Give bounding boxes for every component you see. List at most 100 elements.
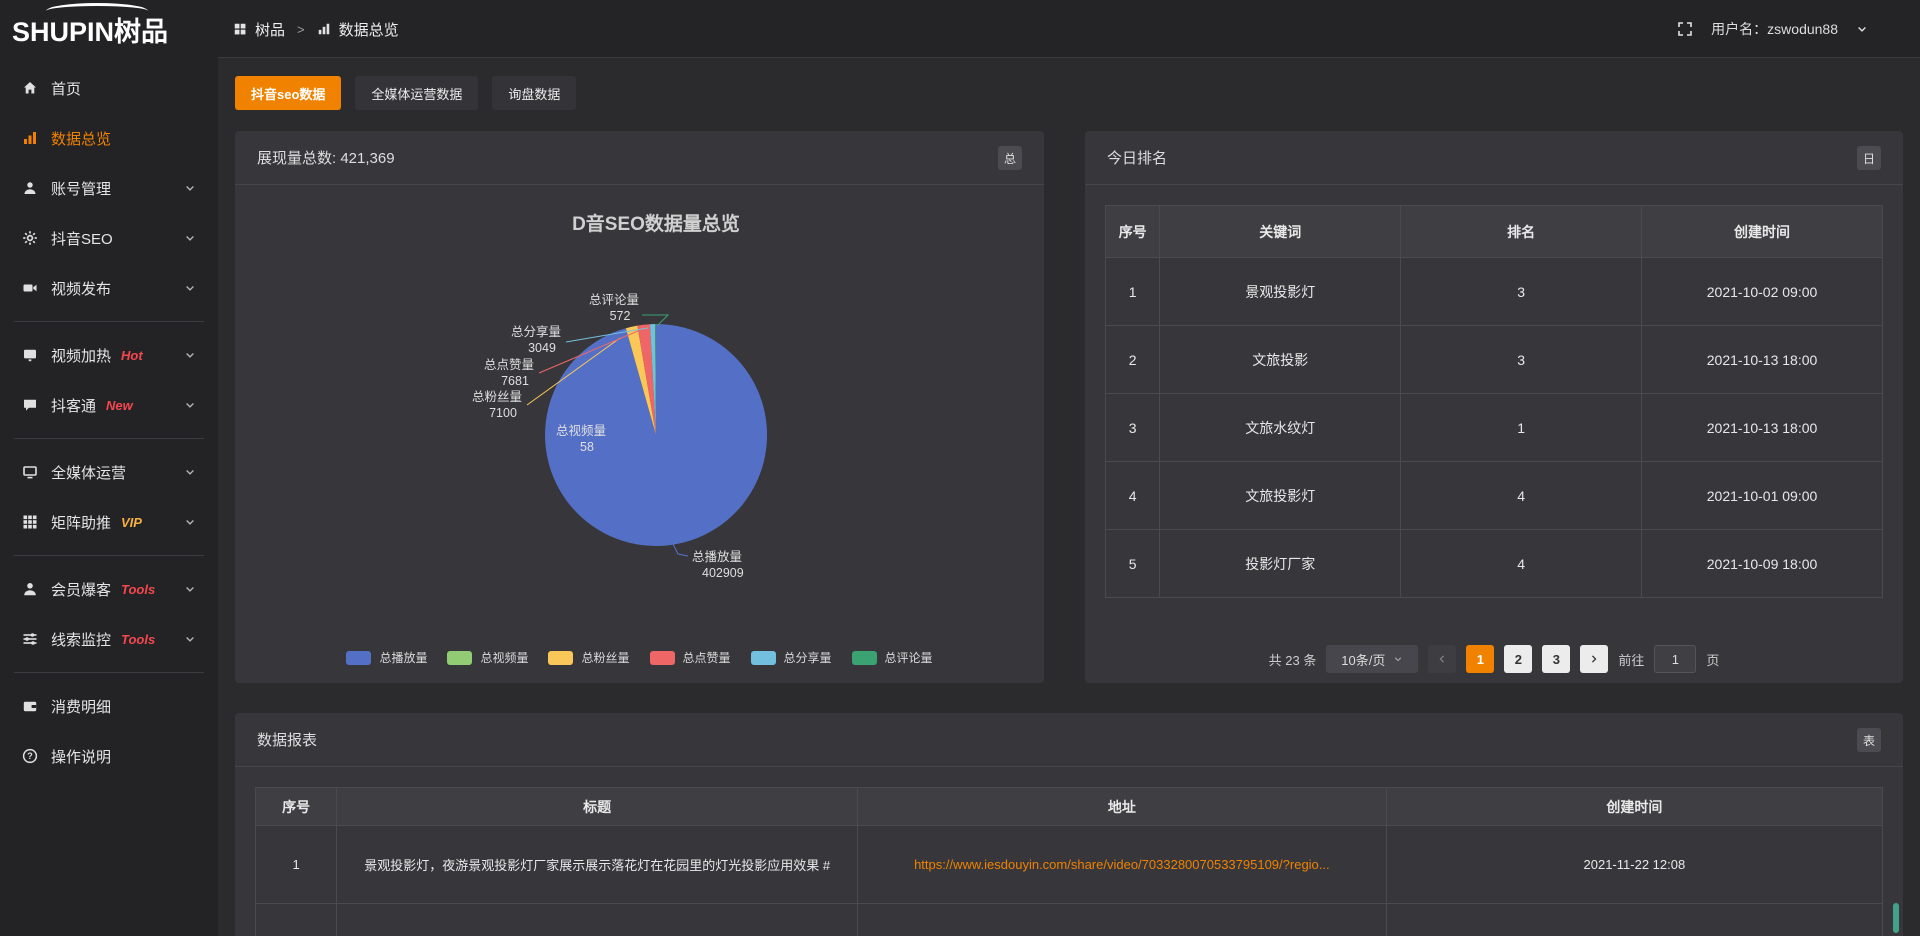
breadcrumb: 树品 > 数据总览 [233,0,399,58]
chevron-left-icon [1437,654,1447,664]
sidebar-item-11[interactable]: 线索监控Tools [0,614,218,664]
username[interactable]: 用户名：zswodun88 [1711,19,1838,39]
tab-1[interactable]: 抖音seo数据 [235,76,341,110]
home-icon [22,80,38,96]
table-row: 3文旅水纹灯12021-10-13 18:00 [1106,394,1883,462]
legend-item-总视频量[interactable]: 总视频量 [447,649,528,666]
table-cell: 1 [1106,258,1160,326]
legend-item-总点赞量[interactable]: 总点赞量 [650,649,731,666]
table-cell: 2021-11-22 12:08 [1386,826,1882,904]
fullscreen-icon[interactable] [1677,21,1693,37]
table-cell: 4 [1401,530,1642,598]
ranking-table: 序号关键词排名创建时间 1景观投影灯32021-10-02 09:002文旅投影… [1105,205,1883,598]
legend-label: 总粉丝量 [581,649,629,666]
legend-chip [751,651,776,665]
legend-label: 总播放量 [379,649,427,666]
sidebar: SHUPIN树品 首页数据总览账号管理抖音SEO 视频发布视频加热 Hot 抖客通Ne… [0,0,218,936]
sidebar-item-9[interactable]: 矩阵助推VIP [0,497,218,547]
sidebar-item-8[interactable]: 全媒体运营 [0,447,218,497]
column-header: 排名 [1401,206,1642,258]
chevron-down-icon [184,633,196,645]
sidebar-item-7[interactable]: 抖客通New [0,380,218,430]
legend-chip [447,651,472,665]
sidebar-item-label: 视频发布 [51,278,111,299]
chart-title: D音SEO数据量总览 [572,212,740,235]
breadcrumb-item-current: 数据总览 [339,19,399,40]
logo[interactable]: SHUPIN树品 [0,0,218,58]
sidebar-item-label: 操作说明 [51,746,111,767]
video-link[interactable]: https://www.iesdouyin.com/share/video/70… [914,857,1330,872]
sidebar-item-badge: VIP [121,515,142,530]
chevron-down-icon[interactable] [1856,23,1868,35]
legend-chip [852,651,877,665]
legend-label: 总评论量 [885,649,933,666]
sidebar-item-label: 全媒体运营 [51,462,126,483]
tab-2[interactable]: 全媒体运营数据 [355,76,478,110]
legend-item-总评论量[interactable]: 总评论量 [852,649,933,666]
goto-page-input[interactable] [1654,645,1696,673]
chevron-down-icon [184,399,196,411]
ranking-badge-button[interactable]: 日 [1857,146,1881,170]
legend-label: 总分享量 [784,649,832,666]
scrollbar-thumb[interactable] [1893,903,1899,933]
sidebar-item-12[interactable]: 消费明细 [0,681,218,731]
data-tabs: 抖音seo数据全媒体运营数据询盘数据 [218,76,576,110]
table-cell: 1 [256,826,337,904]
sidebar-item-4[interactable]: 抖音SEO [0,213,218,263]
chat-icon [22,397,38,413]
breadcrumb-item-home[interactable]: 树品 [255,19,285,40]
sidebar-item-label: 会员爆客 [51,579,111,600]
table-row: 1景观投影灯32021-10-02 09:00 [1106,258,1883,326]
next-page-button[interactable] [1580,645,1608,673]
legend-label: 总点赞量 [683,649,731,666]
table-cell: 投影灯厂家 [1160,530,1401,598]
table-cell: 4 [1106,462,1160,530]
column-header: 标题 [337,788,858,826]
sidebar-item-2[interactable]: 数据总览 [0,113,218,163]
legend-item-总粉丝量[interactable]: 总粉丝量 [548,649,629,666]
table-cell: 2021-10-01 09:00 [1642,462,1883,530]
sidebar-item-label: 线索监控 [51,629,111,650]
page-button-2[interactable]: 2 [1504,645,1532,673]
sidebar-item-3[interactable]: 账号管理 [0,163,218,213]
sidebar-item-5[interactable]: 视频发布 [0,263,218,313]
sidebar-item-badge: Hot [121,348,143,363]
menu-divider [14,321,204,322]
sidebar-item-6[interactable]: 视频加热 Hot [0,330,218,380]
logo-arc [46,3,148,19]
menu-divider [14,438,204,439]
sidebar-item-1[interactable]: 首页 [0,63,218,113]
report-panel: 数据报表 表 序号标题地址创建时间 1景观投影灯，夜游景观投影灯厂家展示展示落花… [235,713,1903,936]
sidebar-item-badge: New [106,398,133,413]
sidebar-item-label: 账号管理 [51,178,111,199]
legend-item-总播放量[interactable]: 总播放量 [346,649,427,666]
bar-chart-icon [22,130,38,146]
column-header: 地址 [857,788,1386,826]
sidebar-item-13[interactable]: ?操作说明 [0,731,218,781]
overview-badge-button[interactable]: 总 [998,146,1022,170]
member-icon [22,581,38,597]
chevron-down-icon [1393,654,1403,664]
table-row: 2文旅投影32021-10-13 18:00 [1106,326,1883,394]
sidebar-item-10[interactable]: 会员爆客Tools [0,564,218,614]
video-camera-icon [22,280,38,296]
chevron-down-icon [184,466,196,478]
legend-chip [548,651,573,665]
sidebar-item-label: 视频加热 [51,345,111,366]
page-button-3[interactable]: 3 [1542,645,1570,673]
table-cell: 2021-10-13 18:00 [1642,394,1883,462]
tab-3[interactable]: 询盘数据 [492,76,576,110]
prev-page-button[interactable] [1428,645,1456,673]
goto-suffix: 页 [1706,650,1719,669]
pie-label-value: 3049 [528,341,556,355]
chevron-right-icon [1589,654,1599,664]
goto-label: 前往 [1618,650,1644,669]
legend-item-总分享量[interactable]: 总分享量 [751,649,832,666]
user-icon [22,180,38,196]
page-size-select[interactable]: 10条/页 [1326,645,1418,673]
sidebar-item-label: 消费明细 [51,696,111,717]
monitor-icon [22,464,38,480]
page-button-1[interactable]: 1 [1466,645,1494,673]
report-badge-button[interactable]: 表 [1857,728,1881,752]
chevron-down-icon [184,232,196,244]
